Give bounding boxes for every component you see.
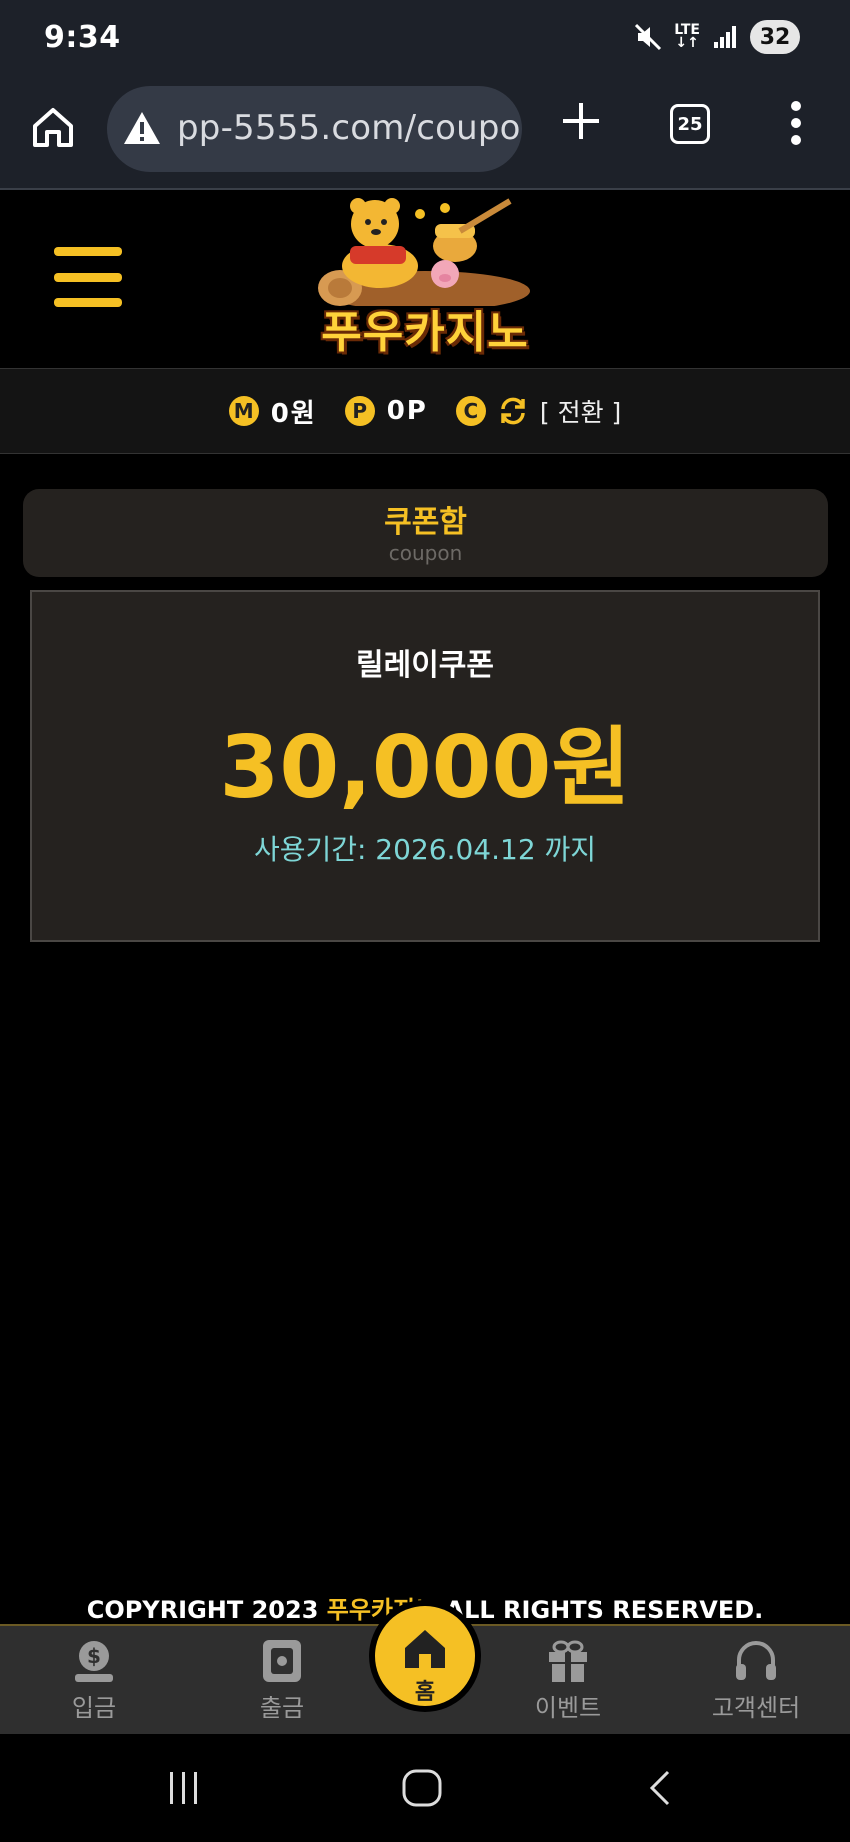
- copyright-prefix: COPYRIGHT 2023: [86, 1596, 327, 1624]
- address-bar[interactable]: pp-5555.com/coupon: [107, 86, 522, 172]
- menu-icon[interactable]: [54, 247, 122, 307]
- logo-text: 푸우카지노: [321, 307, 529, 358]
- money-balance: 0원: [270, 398, 317, 429]
- android-nav-bar: [0, 1736, 850, 1842]
- coupon-expiry: 사용기간: 2026.04.12 까지: [253, 833, 597, 866]
- lte-icon: LTE ↓↑: [674, 22, 700, 51]
- status-bar: 9:34 LTE ↓↑ 32: [0, 0, 850, 80]
- home-button-icon[interactable]: [400, 1768, 444, 1808]
- signal-icon: [714, 26, 736, 48]
- logo[interactable]: 푸우카지노: [300, 196, 550, 358]
- headset-icon: [736, 1641, 776, 1680]
- coupon-box-header: 쿠폰함 coupon: [23, 489, 828, 577]
- site-header: 푸우카지노: [0, 192, 850, 367]
- page: 9:34 LTE ↓↑ 32 pp-5555.com/coupon 25 푸우카…: [0, 0, 850, 1842]
- recents-icon[interactable]: [164, 1768, 204, 1808]
- nav-support-label: 고객센터: [711, 1694, 801, 1722]
- plus-icon[interactable]: [558, 98, 604, 144]
- coupon-card[interactable]: 릴레이쿠폰 30,000원 사용기간: 2026.04.12 까지: [30, 590, 820, 942]
- withdraw-icon: [263, 1640, 301, 1682]
- warning-icon[interactable]: [123, 110, 161, 146]
- coupon-name: 릴레이쿠폰: [356, 648, 494, 683]
- tabs-icon[interactable]: 25: [670, 104, 710, 144]
- copyright-suffix: ALL RIGHTS RESERVED.: [437, 1596, 764, 1624]
- back-icon[interactable]: [646, 1768, 676, 1808]
- switch-button[interactable]: [ 전환 ]: [540, 393, 621, 429]
- gift-icon: [549, 1640, 587, 1682]
- nav-withdraw-label: 출금: [259, 1694, 305, 1722]
- svg-text:$: $: [87, 1644, 101, 1668]
- refresh-icon[interactable]: [498, 396, 528, 426]
- nav-event[interactable]: 이벤트: [498, 1634, 638, 1730]
- nav-event-label: 이벤트: [534, 1694, 602, 1722]
- coupon-amount: 30,000원: [219, 718, 631, 818]
- status-time: 9:34: [44, 20, 121, 55]
- home-icon[interactable]: [30, 104, 76, 150]
- nav-deposit[interactable]: $ 입금: [24, 1634, 164, 1730]
- point-balance: 0P: [386, 396, 428, 426]
- more-icon[interactable]: [786, 100, 806, 146]
- coupon-box-title: 쿠폰함: [384, 505, 467, 540]
- browser-toolbar: pp-5555.com/coupon 25: [0, 80, 850, 190]
- nav-withdraw[interactable]: 출금: [212, 1634, 352, 1730]
- nav-home[interactable]: 홈: [375, 1606, 475, 1706]
- mute-icon: [635, 23, 662, 51]
- logo-bear-icon: [318, 198, 530, 311]
- nav-support[interactable]: 고객센터: [686, 1634, 826, 1730]
- deposit-icon: $: [75, 1641, 113, 1682]
- nav-home-label: 홈: [414, 1680, 436, 1705]
- battery-icon: 32: [750, 20, 800, 54]
- balance-bar: M 0원 P 0P C [ 전환 ]: [0, 368, 850, 454]
- home-icon: [405, 1630, 445, 1668]
- money-coin-icon: M: [228, 396, 259, 426]
- url-text[interactable]: pp-5555.com/coupon: [177, 108, 522, 148]
- coupon-box-subtitle: coupon: [388, 541, 463, 565]
- casino-coin-icon: C: [455, 396, 486, 426]
- point-coin-icon: P: [344, 396, 375, 426]
- nav-deposit-label: 입금: [71, 1694, 117, 1722]
- bottom-nav: $ 입금 출금 홈 이벤트 고객센터: [0, 1606, 850, 1734]
- status-icons: LTE ↓↑ 32: [634, 20, 800, 54]
